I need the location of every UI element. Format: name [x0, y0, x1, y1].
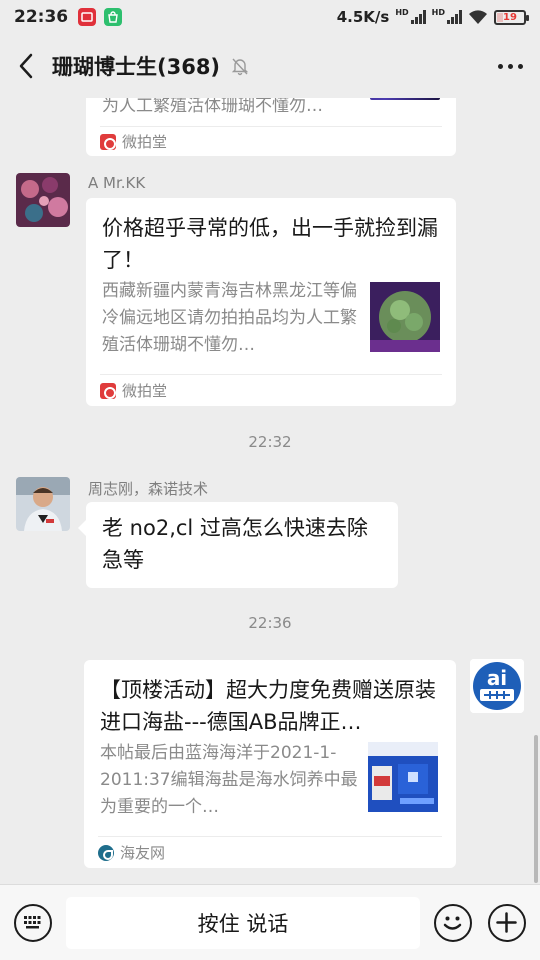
input-bar: 按住 说话 [0, 884, 540, 960]
hd-label-2: HD [431, 8, 445, 17]
haiyouwang-icon [98, 844, 114, 861]
more-dot-icon [497, 63, 503, 69]
status-time: 22:36 [14, 7, 69, 27]
card-title: 【顶楼活动】超大力度免费赠送原装进口海盐---德国AB品牌正… [100, 678, 436, 734]
status-bar: 22:36 4.5K/s HD HD 19 [0, 0, 540, 34]
keyboard-toggle-button[interactable] [14, 904, 52, 942]
link-card-msg1[interactable]: 价格超乎寻常的低，出一手就捡到漏了！ 西藏新疆内蒙青海吉林黑龙江等偏冷偏远地区请… [86, 198, 456, 406]
sender-name: 周志刚，森诺技术 [88, 480, 209, 498]
person-avatar-image [16, 477, 70, 531]
notification-app-icon [78, 8, 97, 26]
more-dot-icon [517, 63, 523, 69]
plus-icon [496, 912, 517, 933]
mute-bell-icon [231, 58, 249, 76]
back-arrow-icon [19, 53, 33, 79]
network-speed: 4.5K/s [336, 8, 390, 26]
more-dot-icon [507, 63, 513, 69]
card-title: 价格超乎寻常的低，出一手就捡到漏了！ [102, 216, 438, 272]
card-top-desc: 为人工繁殖活体珊瑚不懂勿… [102, 98, 323, 116]
notification-shopping-icon [104, 8, 123, 26]
battery-level: 19 [503, 11, 517, 23]
avatar-mr-kk[interactable] [16, 173, 70, 227]
chat-scrollbar[interactable] [534, 735, 538, 883]
back-button[interactable] [0, 34, 52, 98]
card-thumbnail [370, 282, 440, 352]
more-options-button[interactable] [480, 34, 540, 98]
timestamp: 22:36 [248, 614, 292, 632]
card-source: 海友网 [98, 836, 442, 868]
card-top-source: 微拍堂 [100, 126, 442, 156]
battery-icon: 19 [494, 9, 529, 25]
weipaitang-icon [100, 382, 116, 399]
sender-name: A Mr.KK [88, 174, 146, 192]
card-source-label: 海友网 [120, 844, 166, 862]
coral-avatar-image [16, 173, 70, 227]
chat-message-list[interactable]: 为人工繁殖活体珊瑚不懂勿… 微拍堂 A Mr.KK 价格超乎寻常的低，出一手就捡… [0, 98, 540, 884]
avatar-zhou-zhigang[interactable] [16, 477, 70, 531]
avatar-self[interactable]: ai [470, 659, 524, 713]
link-card-msg3[interactable]: 【顶楼活动】超大力度免费赠送原装进口海盐---德国AB品牌正… 本帖最后由蓝海海… [84, 660, 456, 868]
svg-text:ai: ai [487, 666, 507, 690]
text-message-bubble[interactable]: 老 no2,cl 过高怎么快速去除急等 [78, 502, 398, 588]
card-source: 微拍堂 [100, 374, 442, 406]
hd-label-1: HD [395, 8, 409, 17]
ai-logo-avatar-image: ai [470, 659, 524, 713]
keyboard-icon [24, 916, 41, 929]
emoji-icon [443, 916, 462, 930]
card-top-source-label: 微拍堂 [122, 133, 168, 151]
card-desc: 本帖最后由蓝海海洋于2021-1-2011:37编辑海盐是海水饲养中最为重要的一… [100, 743, 358, 817]
card-thumbnail [368, 742, 438, 812]
chat-header: 珊瑚博士生(368) [0, 34, 540, 98]
emoji-button[interactable] [434, 904, 472, 942]
wifi-icon [469, 10, 487, 24]
hold-to-talk-button[interactable]: 按住 说话 [66, 897, 420, 949]
chat-title: 珊瑚博士生(368) [52, 55, 221, 79]
more-functions-button[interactable] [488, 904, 526, 942]
signal-icon-2 [447, 10, 462, 24]
weipaitang-icon [100, 133, 116, 150]
link-card-top[interactable]: 为人工繁殖活体珊瑚不懂勿… 微拍堂 [86, 98, 456, 156]
signal-icon-1 [410, 10, 426, 24]
card-source-label: 微拍堂 [122, 382, 168, 400]
card-desc: 西藏新疆内蒙青海吉林黑龙江等偏冷偏远地区请勿拍拍品均为人工繁殖活体珊瑚不懂勿… [102, 281, 357, 355]
timestamp: 22:32 [248, 433, 292, 451]
card-top-thumbnail [370, 98, 440, 100]
